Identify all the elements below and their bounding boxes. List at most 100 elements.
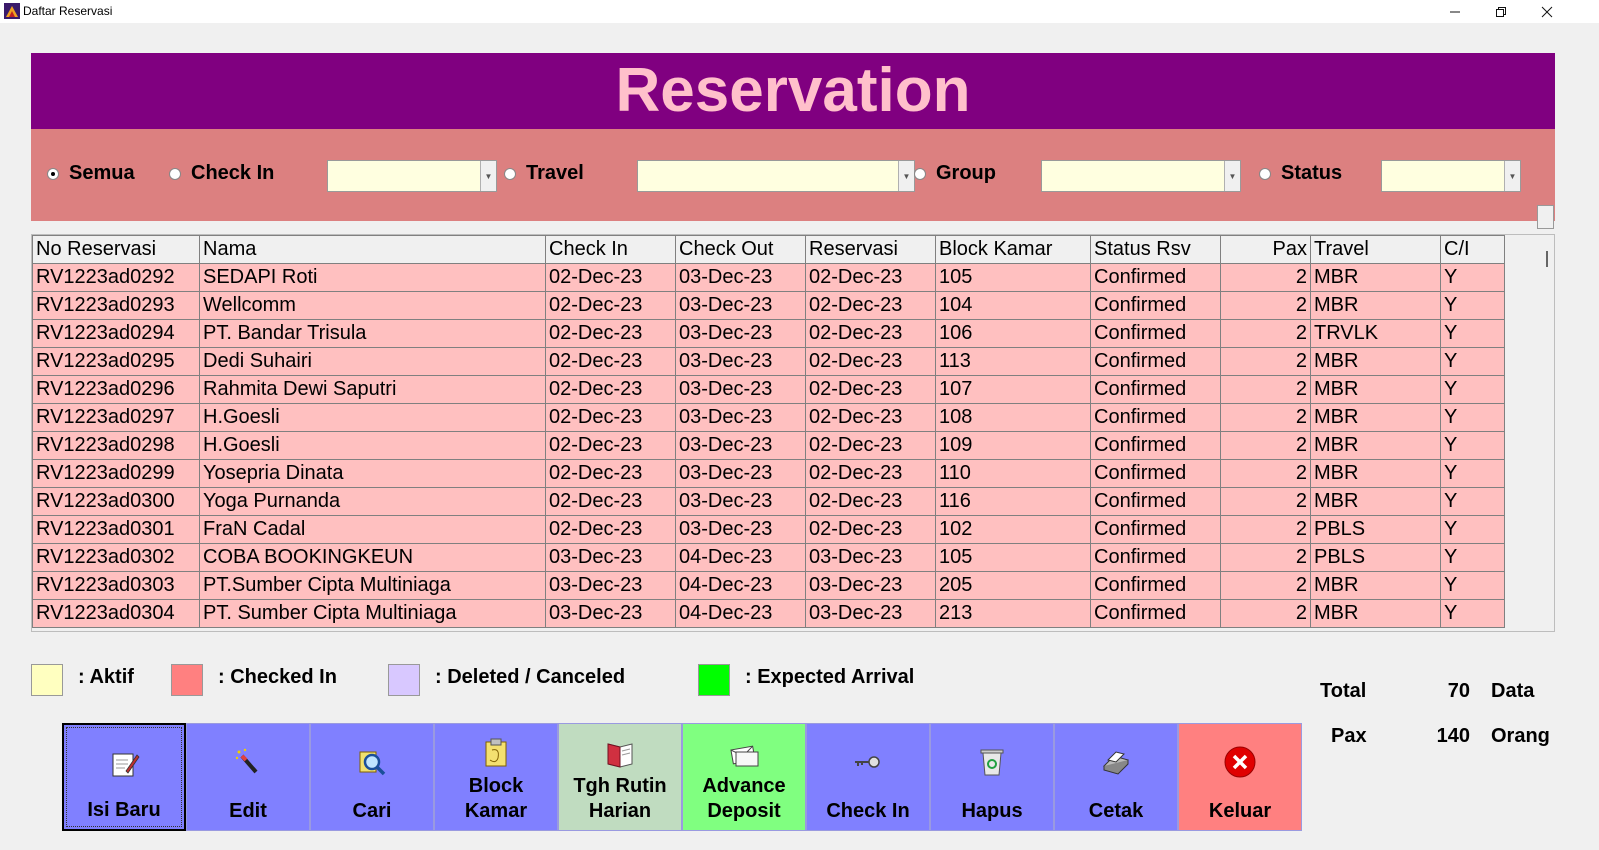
table-cell[interactable]: 105 bbox=[935, 263, 1091, 292]
column-header[interactable]: Travel bbox=[1310, 235, 1441, 264]
table-cell[interactable]: 03-Dec-23 bbox=[675, 291, 806, 320]
isi-baru-button[interactable]: Isi Baru bbox=[62, 723, 186, 831]
table-cell[interactable]: MBR bbox=[1310, 291, 1441, 320]
table-cell[interactable]: 107 bbox=[935, 375, 1091, 404]
table-cell[interactable]: Y bbox=[1440, 459, 1505, 488]
table-cell[interactable]: 02-Dec-23 bbox=[805, 319, 936, 348]
table-cell[interactable]: 02-Dec-23 bbox=[545, 459, 676, 488]
table-row[interactable]: RV1223ad0298 H.Goesli 02-Dec-23 03-Dec-23 02… bbox=[32, 431, 1505, 460]
table-cell[interactable]: PT. Sumber Cipta Multiniaga bbox=[199, 599, 546, 628]
table-cell[interactable]: 2 bbox=[1220, 487, 1311, 516]
table-cell[interactable]: 108 bbox=[935, 403, 1091, 432]
filter-radio-group[interactable]: Group bbox=[914, 162, 996, 185]
table-row[interactable]: RV1223ad0301 FraN Cadal 02-Dec-23 03-Dec-23… bbox=[32, 515, 1505, 544]
table-row[interactable]: RV1223ad0296 Rahmita Dewi Saputri 02-Dec-2… bbox=[32, 375, 1505, 404]
table-cell[interactable]: MBR bbox=[1310, 487, 1441, 516]
table-cell[interactable]: 03-Dec-23 bbox=[545, 543, 676, 572]
table-cell[interactable]: RV1223ad0292 bbox=[32, 263, 200, 292]
table-cell[interactable]: 03-Dec-23 bbox=[675, 319, 806, 348]
table-cell[interactable]: 03-Dec-23 bbox=[805, 571, 936, 600]
dropdown-arrow-icon[interactable]: ▼ bbox=[480, 161, 497, 191]
table-cell[interactable]: 02-Dec-23 bbox=[545, 263, 676, 292]
cetak-button[interactable]: Cetak bbox=[1054, 723, 1178, 831]
table-cell[interactable]: 03-Dec-23 bbox=[805, 543, 936, 572]
table-cell[interactable]: 2 bbox=[1220, 543, 1311, 572]
table-cell[interactable]: RV1223ad0303 bbox=[32, 571, 200, 600]
table-cell[interactable]: 109 bbox=[935, 431, 1091, 460]
column-header[interactable]: No Reservasi bbox=[32, 235, 200, 264]
restore-button[interactable] bbox=[1478, 0, 1524, 23]
table-cell[interactable]: 205 bbox=[935, 571, 1091, 600]
column-header[interactable]: Pax bbox=[1220, 235, 1311, 264]
table-cell[interactable]: MBR bbox=[1310, 347, 1441, 376]
table-cell[interactable]: RV1223ad0297 bbox=[32, 403, 200, 432]
table-cell[interactable]: 03-Dec-23 bbox=[675, 431, 806, 460]
table-cell[interactable]: 2 bbox=[1220, 599, 1311, 628]
table-cell[interactable]: MBR bbox=[1310, 403, 1441, 432]
table-cell[interactable]: 04-Dec-23 bbox=[675, 543, 806, 572]
table-cell[interactable]: 03-Dec-23 bbox=[675, 347, 806, 376]
table-cell[interactable]: Y bbox=[1440, 291, 1505, 320]
edit-button[interactable]: Edit bbox=[186, 723, 310, 831]
table-cell[interactable]: RV1223ad0295 bbox=[32, 347, 200, 376]
dropdown-arrow-icon[interactable]: ▼ bbox=[898, 161, 915, 191]
table-cell[interactable]: Confirmed bbox=[1090, 347, 1221, 376]
table-cell[interactable]: H.Goesli bbox=[199, 431, 546, 460]
table-cell[interactable]: 02-Dec-23 bbox=[545, 431, 676, 460]
table-cell[interactable]: Y bbox=[1440, 599, 1505, 628]
table-cell[interactable]: 2 bbox=[1220, 431, 1311, 460]
table-cell[interactable]: Y bbox=[1440, 319, 1505, 348]
tgh-rutin-harian-button[interactable]: Tgh Rutin Harian bbox=[558, 723, 682, 831]
keluar-button[interactable]: Keluar bbox=[1178, 723, 1302, 831]
table-cell[interactable]: SEDAPI Roti bbox=[199, 263, 546, 292]
table-cell[interactable]: 2 bbox=[1220, 403, 1311, 432]
column-header[interactable]: Block Kamar bbox=[935, 235, 1091, 264]
table-cell[interactable]: RV1223ad0293 bbox=[32, 291, 200, 320]
table-cell[interactable]: 03-Dec-23 bbox=[675, 515, 806, 544]
table-row[interactable]: RV1223ad0299 Yosepria Dinata 02-Dec-23 03-D… bbox=[32, 459, 1505, 488]
dropdown-arrow-icon[interactable]: ▼ bbox=[1224, 161, 1241, 191]
table-cell[interactable]: RV1223ad0301 bbox=[32, 515, 200, 544]
table-cell[interactable]: 02-Dec-23 bbox=[805, 515, 936, 544]
table-cell[interactable]: Confirmed bbox=[1090, 403, 1221, 432]
block-kamar-button[interactable]: Block Kamar bbox=[434, 723, 558, 831]
group-combo[interactable]: ▼ bbox=[1041, 160, 1241, 192]
column-header[interactable]: Status Rsv bbox=[1090, 235, 1221, 264]
table-cell[interactable]: 2 bbox=[1220, 459, 1311, 488]
table-cell[interactable]: 02-Dec-23 bbox=[545, 347, 676, 376]
table-cell[interactable]: 113 bbox=[935, 347, 1091, 376]
table-cell[interactable]: 02-Dec-23 bbox=[545, 487, 676, 516]
table-cell[interactable]: 102 bbox=[935, 515, 1091, 544]
table-cell[interactable]: Confirmed bbox=[1090, 291, 1221, 320]
table-cell[interactable]: Confirmed bbox=[1090, 515, 1221, 544]
table-cell[interactable]: 02-Dec-23 bbox=[545, 403, 676, 432]
table-cell[interactable]: Yoga Purnanda bbox=[199, 487, 546, 516]
table-cell[interactable]: 04-Dec-23 bbox=[675, 571, 806, 600]
table-cell[interactable]: 2 bbox=[1220, 375, 1311, 404]
table-cell[interactable]: 02-Dec-23 bbox=[545, 319, 676, 348]
travel-combo[interactable]: ▼ bbox=[637, 160, 915, 192]
table-cell[interactable]: 2 bbox=[1220, 515, 1311, 544]
table-row[interactable]: RV1223ad0292 SEDAPI Roti 02-Dec-23 03-Dec-2… bbox=[32, 263, 1505, 292]
table-cell[interactable]: Confirmed bbox=[1090, 431, 1221, 460]
table-cell[interactable]: 03-Dec-23 bbox=[545, 599, 676, 628]
table-row[interactable]: RV1223ad0300 Yoga Purnanda 02-Dec-23 03-Dec… bbox=[32, 487, 1505, 516]
table-cell[interactable]: PT. Bandar Trisula bbox=[199, 319, 546, 348]
table-cell[interactable]: Y bbox=[1440, 571, 1505, 600]
column-header[interactable]: Check Out bbox=[675, 235, 806, 264]
close-window-button[interactable] bbox=[1524, 0, 1570, 23]
table-cell[interactable]: 110 bbox=[935, 459, 1091, 488]
table-cell[interactable]: PBLS bbox=[1310, 543, 1441, 572]
scrollbar-thumb[interactable] bbox=[1546, 251, 1548, 267]
table-cell[interactable]: PBLS bbox=[1310, 515, 1441, 544]
table-row[interactable]: RV1223ad0295 Dedi Suhairi 02-Dec-23 03-Dec-… bbox=[32, 347, 1505, 376]
table-cell[interactable]: 02-Dec-23 bbox=[545, 375, 676, 404]
minimize-button[interactable] bbox=[1432, 0, 1478, 23]
table-cell[interactable]: 03-Dec-23 bbox=[675, 263, 806, 292]
table-cell[interactable]: 02-Dec-23 bbox=[805, 459, 936, 488]
table-cell[interactable]: 03-Dec-23 bbox=[675, 487, 806, 516]
table-cell[interactable]: 2 bbox=[1220, 291, 1311, 320]
table-cell[interactable]: Y bbox=[1440, 515, 1505, 544]
table-cell[interactable]: Confirmed bbox=[1090, 487, 1221, 516]
table-cell[interactable]: 03-Dec-23 bbox=[805, 599, 936, 628]
